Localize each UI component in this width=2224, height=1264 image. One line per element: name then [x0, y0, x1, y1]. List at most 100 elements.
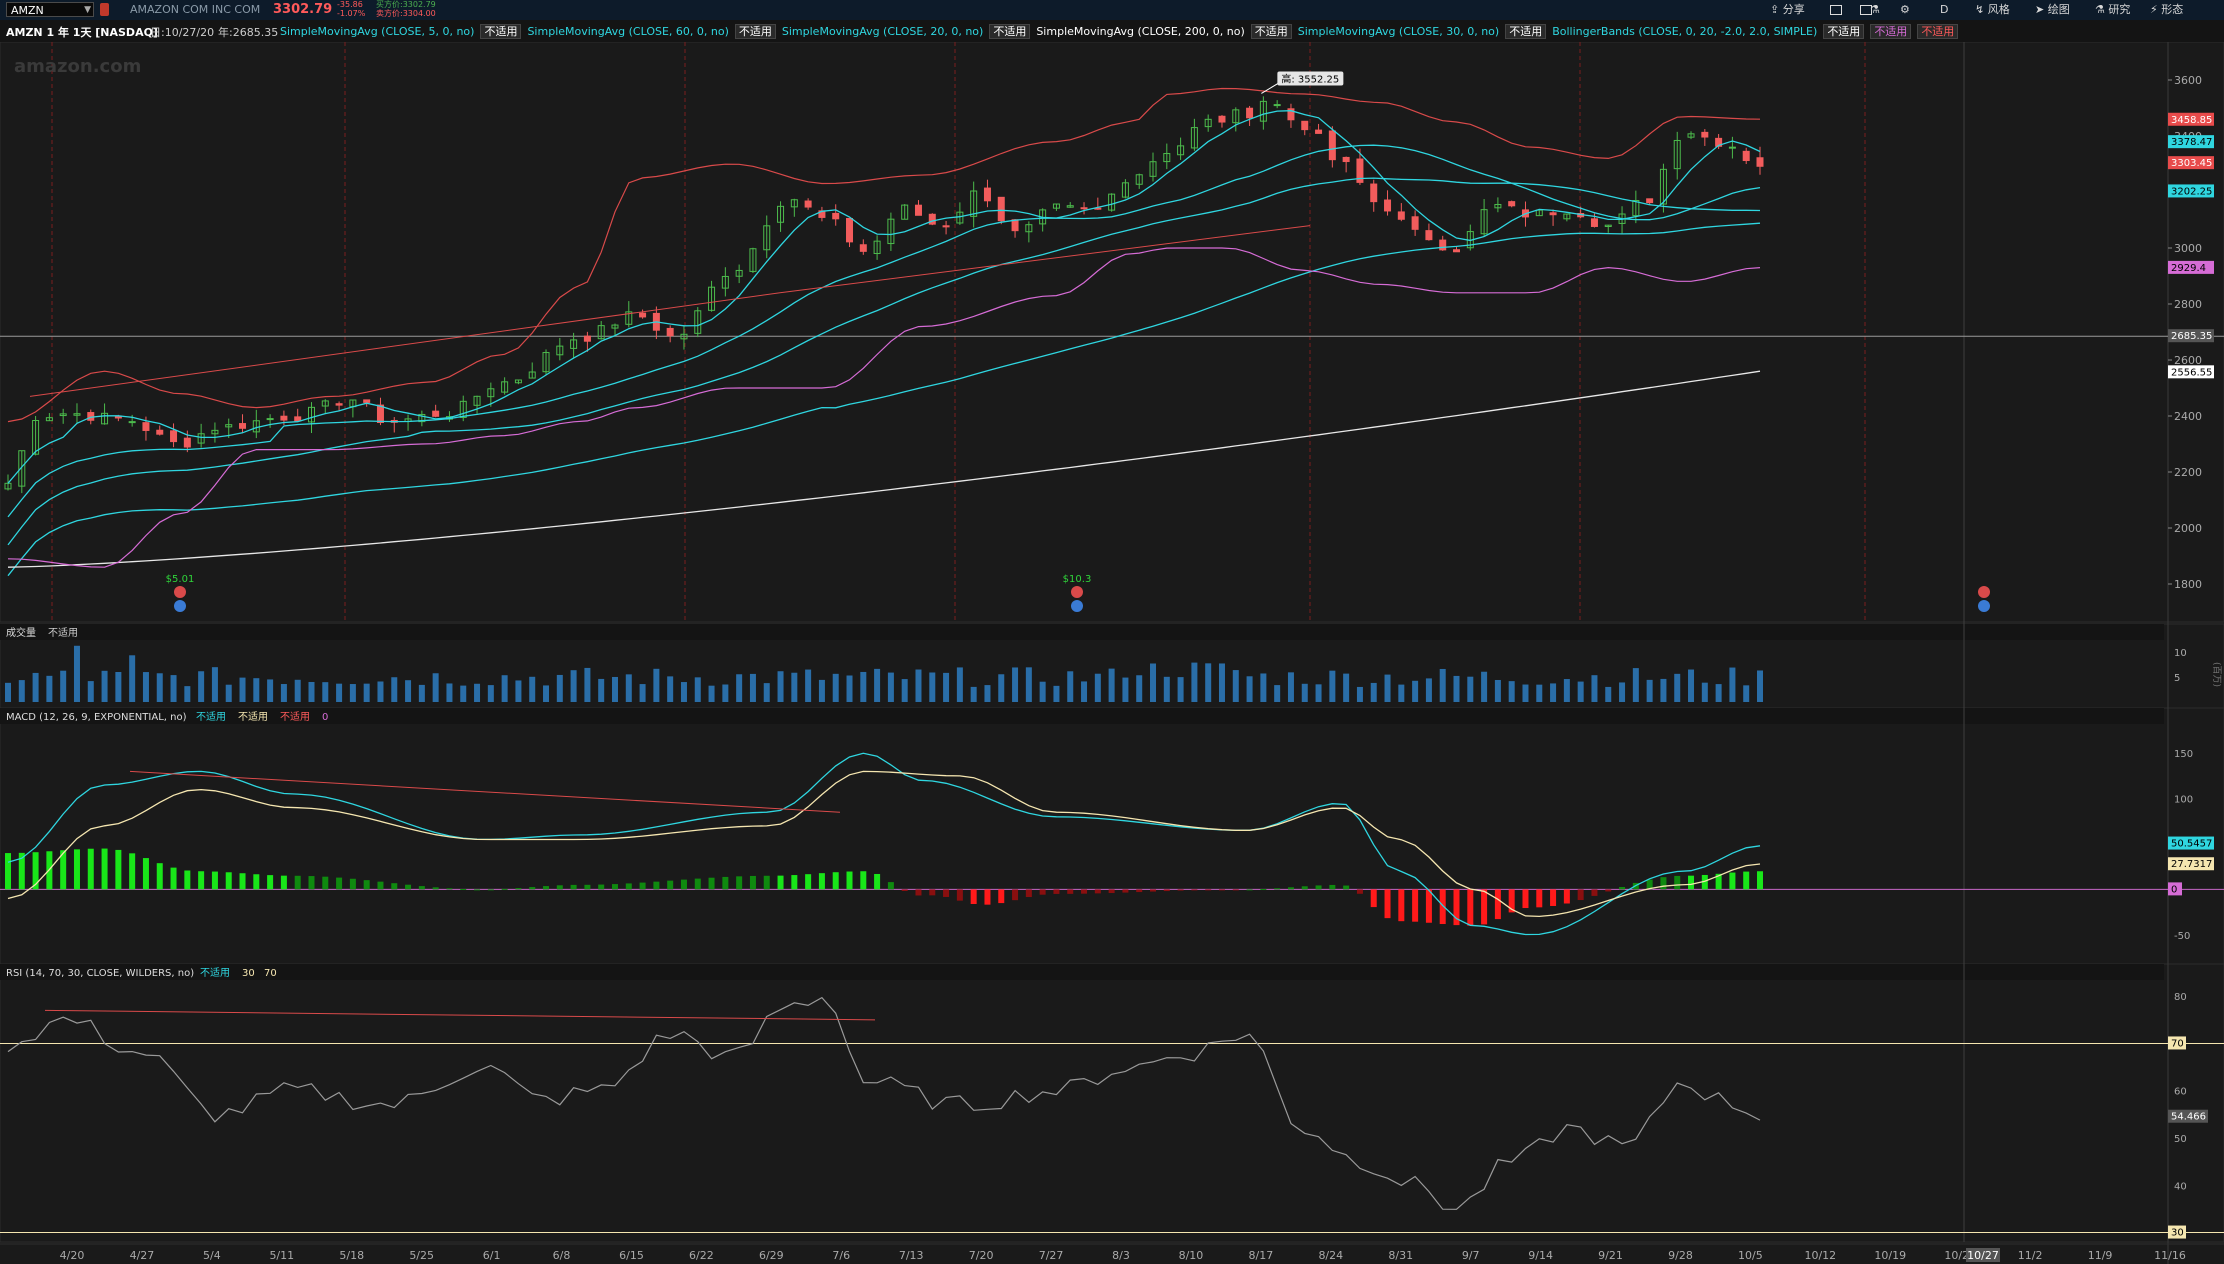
candle-body	[294, 416, 302, 422]
earnings-icon[interactable]	[1071, 586, 1083, 598]
share-button[interactable]: ⇪ 分享	[1770, 2, 1805, 18]
volume-bar	[460, 685, 467, 702]
candle-body	[1756, 157, 1764, 167]
flask-button[interactable]: ⚗	[1870, 2, 1880, 18]
candle-body	[942, 225, 950, 228]
study-label[interactable]: SimpleMovingAvg (CLOSE, 200, 0, no)	[1036, 25, 1244, 38]
macd-histogram-bar	[308, 876, 315, 890]
volume-bar	[1522, 684, 1529, 702]
macd-histogram-bar	[1757, 871, 1763, 890]
macd-histogram-bar	[1425, 889, 1432, 923]
macd-histogram-bar	[336, 877, 343, 890]
volume-panel-value: 不适用	[48, 627, 78, 639]
study-label[interactable]: SimpleMovingAvg (CLOSE, 30, 0, no)	[1298, 25, 1499, 38]
volume-bar	[805, 669, 812, 702]
volume-bar	[1701, 682, 1708, 702]
candle-body	[1590, 218, 1598, 227]
volume-bar	[611, 676, 618, 702]
candle-body	[432, 410, 440, 417]
study-label[interactable]: SimpleMovingAvg (CLOSE, 20, 0, no)	[782, 25, 983, 38]
flexible-grid-button[interactable]	[1830, 2, 1846, 18]
volume-bar	[653, 668, 660, 702]
price-tag-label: 3458.85	[2171, 115, 2212, 126]
volume-bar	[529, 676, 536, 702]
volume-bar	[1025, 667, 1032, 702]
candle-body	[1728, 146, 1736, 149]
macd-histogram-bar	[1660, 877, 1667, 890]
macd-histogram-bar	[239, 873, 246, 890]
period-button[interactable]: D	[1940, 2, 1948, 18]
date-tick-label: 5/11	[269, 1249, 294, 1262]
watermark-logo: amazon.com	[14, 56, 141, 77]
study-value: 不适用	[480, 24, 522, 39]
volume-bar	[432, 673, 439, 702]
volume-bar	[156, 673, 163, 702]
date-tick-label: 10/5	[1738, 1249, 1763, 1262]
macd-histogram-bar	[142, 858, 149, 890]
date-tick-label: 8/10	[1179, 1249, 1204, 1262]
macd-histogram-bar	[1370, 889, 1377, 908]
date-tick-label: 8/31	[1388, 1249, 1413, 1262]
study-value: 不适用	[1250, 24, 1292, 39]
macd-histogram-bar	[87, 848, 94, 890]
date-tick-label: 6/1	[483, 1249, 501, 1262]
macd-histogram-bar	[1577, 889, 1584, 901]
study-label[interactable]: SimpleMovingAvg (CLOSE, 5, 0, no)	[280, 25, 474, 38]
volume-bar	[915, 669, 922, 702]
candle-body	[1370, 183, 1378, 203]
candle-body	[983, 187, 991, 202]
macd-histogram-bar	[1398, 889, 1405, 922]
macd-histogram-bar	[611, 884, 618, 890]
macd-histogram-bar	[694, 878, 701, 890]
candle-body	[266, 418, 274, 421]
macd-histogram-bar	[1108, 889, 1115, 894]
macd-histogram-bar	[432, 887, 439, 890]
volume-bar	[280, 684, 287, 702]
date-tick-label: 8/17	[1249, 1249, 1274, 1262]
macd-histogram-bar	[846, 871, 853, 890]
earnings-icon[interactable]	[174, 586, 186, 598]
macd-histogram-bar	[1136, 889, 1143, 893]
chart-canvas[interactable]: 成交量 不适用 10 5 (百万) MACD (12, 26, 9, EXPONENTI…	[0, 42, 2224, 1264]
rsi-axis-label: 80	[2174, 992, 2187, 1003]
info-icon[interactable]	[1978, 600, 1990, 612]
volume-bar	[818, 679, 825, 702]
macd-histogram-bar	[1218, 889, 1225, 891]
study-label[interactable]: BollingerBands (CLOSE, 0, 20, -2.0, 2.0,…	[1552, 25, 1817, 38]
chevron-down-icon[interactable]: ▼	[84, 3, 91, 18]
volume-bar	[749, 673, 756, 702]
candle-body	[1301, 120, 1309, 131]
symbol-input[interactable]: AMZN ▼	[6, 2, 94, 17]
date-tick-label: 8/3	[1112, 1249, 1130, 1262]
macd-histogram-bar	[225, 872, 232, 890]
rsi-panel-value: 30	[242, 968, 255, 979]
style-button[interactable]: ↯ 风格	[1975, 2, 2010, 18]
current-date-label: 10/27	[1967, 1249, 1999, 1262]
info-icon[interactable]	[1071, 600, 1083, 612]
macd-histogram-bar	[1481, 889, 1488, 925]
volume-bar	[253, 678, 260, 702]
date-tick-label: 11/16	[2154, 1249, 2186, 1262]
last-price: 3302.79	[273, 2, 333, 17]
drawing-button[interactable]: ➤ 绘图	[2035, 2, 2070, 18]
patterns-button[interactable]: ⚡ 形态	[2150, 2, 2183, 18]
rsi-axis-label: 50	[2174, 1134, 2187, 1145]
macd-histogram-bar	[543, 886, 550, 890]
volume-bar	[405, 680, 412, 702]
alert-icon[interactable]	[100, 3, 109, 16]
candle-body	[170, 430, 178, 443]
macd-histogram-bar	[777, 875, 784, 890]
date-tick-label: 7/6	[832, 1249, 850, 1262]
rsi-axis-label: 40	[2174, 1181, 2187, 1192]
study-label[interactable]: SimpleMovingAvg (CLOSE, 60, 0, no)	[527, 25, 728, 38]
macd-panel-value: 不适用	[196, 711, 226, 723]
macd-histogram-bar	[1039, 889, 1046, 895]
studies-button[interactable]: ⚗ 研究	[2095, 2, 2130, 18]
settings-button[interactable]: ⚙	[1900, 2, 1910, 18]
earnings-icon[interactable]	[1978, 586, 1990, 598]
macd-histogram-bar	[1329, 884, 1336, 890]
macd-histogram-bar	[474, 889, 481, 891]
macd-histogram-bar	[1522, 889, 1529, 909]
info-icon[interactable]	[174, 600, 186, 612]
panel-frame	[0, 707, 2224, 971]
